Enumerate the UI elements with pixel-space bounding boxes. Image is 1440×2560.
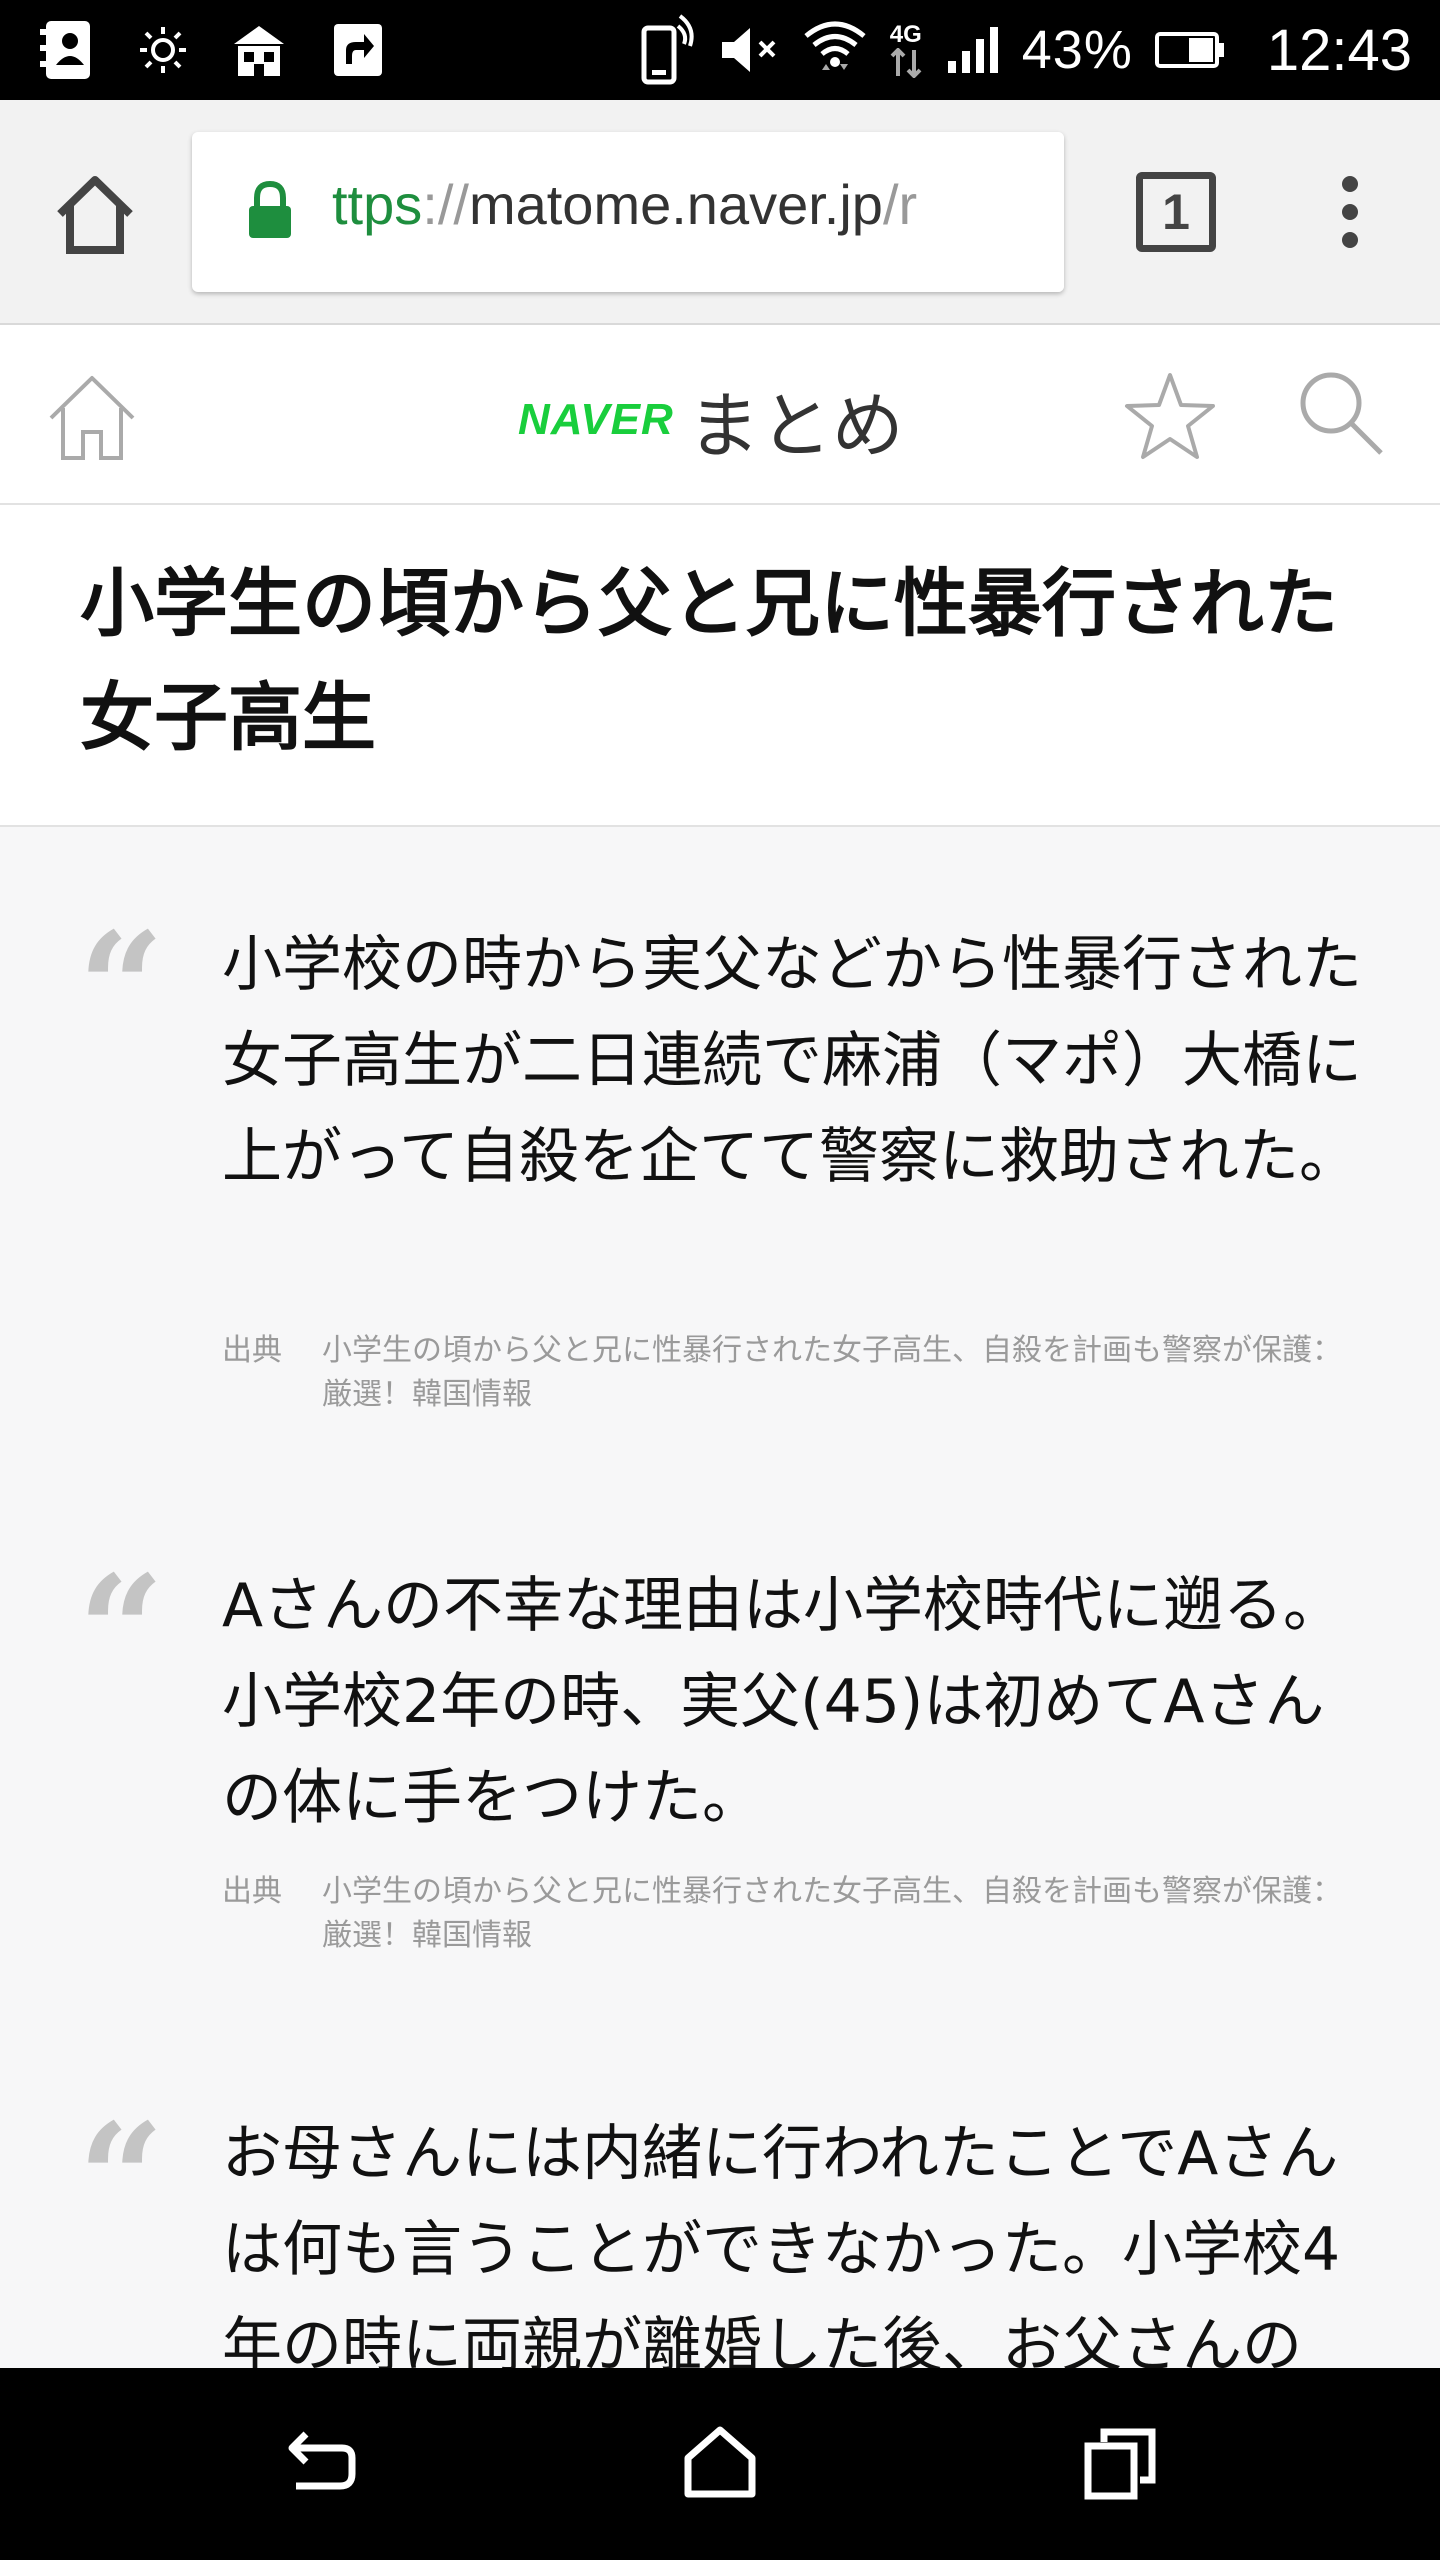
search-icon xyxy=(1300,372,1383,455)
home-nav-button[interactable] xyxy=(680,2422,760,2502)
source-label: 出典 xyxy=(222,1874,282,1909)
share-icon xyxy=(330,20,386,80)
status-system: 4G 43% 12:43 xyxy=(634,14,1412,86)
url-text: ttps://matome.naver.jp/r xyxy=(332,172,917,237)
store-icon xyxy=(230,22,288,78)
url-host: matome.naver.jp xyxy=(468,173,883,236)
lock-icon xyxy=(247,180,293,240)
source-link[interactable]: 小学生の頃から父と兄に性暴行された女子高生、自殺を計画も警察が保護：厳選！韓国情… xyxy=(322,1329,1362,1417)
star-icon xyxy=(1125,373,1215,459)
vibrate-icon xyxy=(634,14,696,86)
clock: 12:43 xyxy=(1266,17,1412,83)
quote-text: 小学校の時から実父などから性暴行された女子高生が二日連続で麻浦（マポ）大橋に上が… xyxy=(222,930,1362,1192)
back-button[interactable] xyxy=(280,2424,360,2504)
quote-text: お母さんには内緒に行われたことでAさんは何も言うことができなかった。小学校4年の… xyxy=(222,2119,1341,2368)
battery-percent: 43% xyxy=(1021,20,1133,80)
source-link[interactable]: 小学生の頃から父と兄に性暴行された女子高生、自殺を計画も警察が保護：厳選！韓国情… xyxy=(322,1870,1362,1958)
wifi-icon xyxy=(804,18,866,82)
search-button[interactable] xyxy=(1295,367,1385,457)
article-header: 小学生の頃から父と兄に性暴行された女子高生 xyxy=(0,505,1440,827)
system-nav-bar xyxy=(0,2368,1440,2560)
status-bar: 4G 43% 12:43 xyxy=(0,0,1440,100)
quote-source: 出典 小学生の頃から父と兄に性暴行された女子高生、自殺を計画も警察が保護：厳選！… xyxy=(222,1870,1362,1958)
source-label: 出典 xyxy=(222,1333,282,1368)
home-icon xyxy=(684,2426,756,2498)
back-icon xyxy=(288,2431,356,2490)
brightness-icon xyxy=(138,25,188,75)
site-home-button[interactable] xyxy=(45,370,140,465)
quote-source: 出典 小学生の頃から父と兄に性暴行された女子高生、自殺を計画も警察が保護：厳選！… xyxy=(222,1329,1362,1417)
url-separator: :// xyxy=(422,173,469,236)
url-fade xyxy=(994,132,1064,292)
mute-icon xyxy=(718,24,782,76)
quote-block: “ お母さんには内緒に行われたことでAさんは何も言うことができなかった。小学校4… xyxy=(0,2040,1440,2368)
quote-text: Aさんの不幸な理由は小学校時代に遡る。小学校2年の時、実父(45)は初めてAさん… xyxy=(222,1571,1344,1833)
browser-home-button[interactable] xyxy=(50,170,140,260)
tab-switcher-button[interactable]: 1 xyxy=(1136,172,1216,252)
quote-block: “ Aさんの不幸な理由は小学校時代に遡る。小学校2年の時、実父(45)は初めてA… xyxy=(0,1480,1440,2000)
status-notifications xyxy=(40,18,386,82)
quote-icon: “ xyxy=(78,1543,165,1719)
logo-service: まとめ xyxy=(687,384,904,468)
quote-icon: “ xyxy=(78,900,165,1076)
battery-icon xyxy=(1154,32,1225,68)
home-outline-icon xyxy=(49,376,135,460)
url-path: /r xyxy=(882,173,918,236)
url-bar[interactable]: ttps://matome.naver.jp/r xyxy=(192,132,1064,292)
recent-apps-icon xyxy=(1084,2428,1156,2500)
browser-menu-button[interactable] xyxy=(1320,172,1380,252)
site-header: NAVER まとめ xyxy=(0,325,1440,505)
contacts-icon xyxy=(40,19,96,81)
article-title: 小学生の頃から父と兄に性暴行された女子高生 xyxy=(80,561,1338,761)
site-logo[interactable]: NAVER まとめ xyxy=(518,367,904,472)
network-4g-icon: 4G xyxy=(888,22,924,78)
logo-brand: NAVER xyxy=(518,394,674,444)
signal-icon xyxy=(946,25,1000,75)
browser-toolbar: ttps://matome.naver.jp/r 1 xyxy=(0,100,1440,325)
home-icon xyxy=(57,176,133,254)
quote-icon: “ xyxy=(78,2091,165,2267)
favorite-button[interactable] xyxy=(1122,369,1218,465)
url-scheme: ttps xyxy=(332,173,423,236)
recent-apps-button[interactable] xyxy=(1080,2424,1160,2504)
more-vert-icon xyxy=(1342,176,1358,248)
quote-block: “ 小学校の時から実父などから性暴行された女子高生が二日連続で麻浦（マポ）大橋に… xyxy=(0,827,1440,1447)
